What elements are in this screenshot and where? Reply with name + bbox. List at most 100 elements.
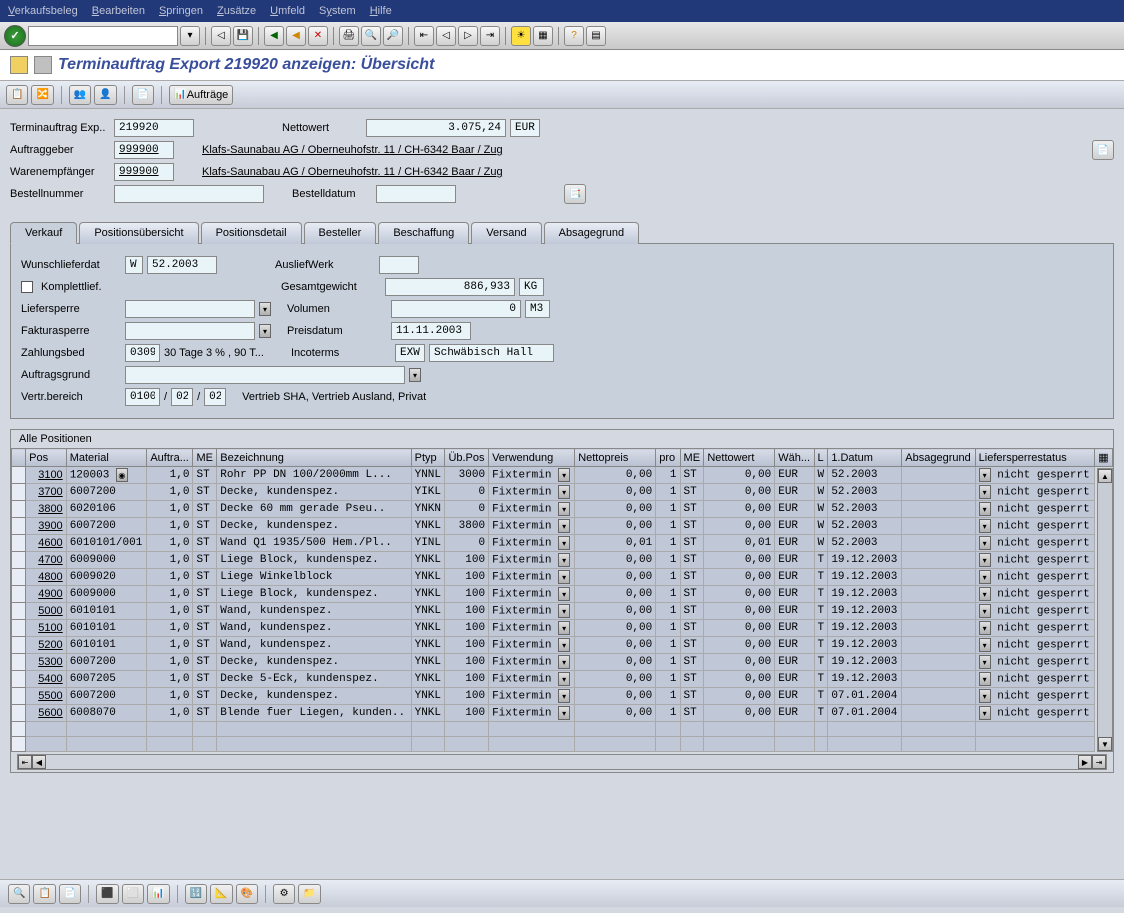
table-row[interactable]: 46006010101/0011,0STWand Q1 1935/500 Hem… — [12, 535, 1113, 552]
back-green-icon[interactable]: ◀ — [264, 26, 284, 46]
footer-btn-2[interactable]: 📋 — [33, 884, 55, 904]
footer-btn-5[interactable]: ⬜ — [122, 884, 144, 904]
scroll-last-icon[interactable]: ⇥ — [1092, 755, 1106, 769]
auftraggeber-link[interactable]: Klafs-Saunabau AG / Oberneuhofstr. 11 / … — [202, 144, 503, 156]
column-header[interactable]: Absagegrund — [902, 449, 975, 467]
auftragsgrund-dropdown-icon[interactable]: ▾ — [409, 368, 421, 382]
incoterms-code[interactable] — [395, 344, 425, 362]
table-row[interactable]: 550060072001,0STDecke, kundenspez.YNKL10… — [12, 688, 1113, 705]
table-row[interactable]: 530060072001,0STDecke, kundenspez.YNKL10… — [12, 654, 1113, 671]
last-page-icon[interactable]: ⇥ — [480, 26, 500, 46]
column-header[interactable]: Nettopreis — [575, 449, 656, 467]
toolbar-btn-4[interactable]: 👤 — [94, 85, 116, 105]
next-page-icon[interactable]: ▷ — [458, 26, 478, 46]
footer-btn-1[interactable]: 🔍 — [8, 884, 30, 904]
vertrbereich-1[interactable] — [125, 388, 160, 406]
scroll-left-icon[interactable]: ◀ — [32, 755, 46, 769]
toolbar-btn-1[interactable]: 📋 — [6, 85, 28, 105]
bestellnummer-input[interactable] — [114, 185, 264, 203]
column-header[interactable]: Liefersperrestatus — [975, 449, 1095, 467]
incoterms-text[interactable] — [429, 344, 554, 362]
wunschlieferdat-input[interactable] — [147, 256, 217, 274]
tab-absagegrund[interactable]: Absagegrund — [544, 222, 639, 244]
column-header[interactable]: Bezeichnung — [217, 449, 411, 467]
tab-besteller[interactable]: Besteller — [304, 222, 377, 244]
dropdown-icon[interactable]: ▾ — [180, 26, 200, 46]
toolbar-btn-5[interactable]: 📄 — [132, 85, 154, 105]
toolbar-btn-2[interactable]: 🔀 — [31, 85, 53, 105]
table-row[interactable]: 380060201061,0STDecke 60 mm gerade Pseu.… — [12, 501, 1113, 518]
help-icon[interactable]: ? — [564, 26, 584, 46]
table-row[interactable]: 520060101011,0STWand, kundenspez.YNKL100… — [12, 637, 1113, 654]
bestellung-detail-icon[interactable]: 📑 — [564, 184, 586, 204]
tab-beschaffung[interactable]: Beschaffung — [378, 222, 469, 244]
menu-system[interactable]: System — [319, 5, 356, 17]
command-field[interactable] — [28, 26, 178, 46]
find-next-icon[interactable]: 🔎 — [383, 26, 403, 46]
table-row[interactable]: 510060101011,0STWand, kundenspez.YNKL100… — [12, 620, 1113, 637]
exit-icon[interactable]: ◀ — [286, 26, 306, 46]
vertrbereich-3[interactable] — [204, 388, 226, 406]
column-header[interactable]: 1.Datum — [828, 449, 902, 467]
enter-button[interactable]: ✓ — [4, 25, 26, 47]
fakturasperre-input[interactable] — [125, 322, 255, 340]
menu-zusaetze[interactable]: Zusätze — [217, 5, 256, 17]
footer-btn-11[interactable]: 📁 — [298, 884, 320, 904]
menu-springen[interactable]: Springen — [159, 5, 203, 17]
column-header[interactable]: Üb.Pos — [445, 449, 489, 467]
footer-btn-4[interactable]: ⬛ — [96, 884, 118, 904]
wunschlieferdat-type[interactable] — [125, 256, 143, 274]
warenempfaenger-input[interactable] — [114, 163, 174, 181]
table-row[interactable]: 480060090201,0STLiege WinkelblockYNKL100… — [12, 569, 1113, 586]
toolbar-btn-3[interactable]: 👥 — [69, 85, 91, 105]
bestelldatum-input[interactable] — [376, 185, 456, 203]
shortcut-icon[interactable]: ▦ — [533, 26, 553, 46]
vertical-scrollbar[interactable]: ▲ ▼ — [1097, 468, 1113, 752]
cancel-icon[interactable]: ✕ — [308, 26, 328, 46]
table-row[interactable]: 390060072001,0STDecke, kundenspez.YNKL38… — [12, 518, 1113, 535]
layout-icon[interactable]: ▤ — [586, 26, 606, 46]
footer-btn-10[interactable]: ⚙ — [273, 884, 295, 904]
footer-btn-6[interactable]: 📊 — [147, 884, 169, 904]
column-header[interactable]: ME — [193, 449, 217, 467]
table-row[interactable]: 490060090001,0STLiege Block, kundenspez.… — [12, 586, 1113, 603]
footer-btn-9[interactable]: 🎨 — [236, 884, 258, 904]
liefersperre-dropdown-icon[interactable]: ▾ — [259, 302, 271, 316]
save-icon[interactable]: 💾 — [233, 26, 253, 46]
column-header[interactable]: Nettowert — [704, 449, 775, 467]
terminauftrag-input[interactable] — [114, 119, 194, 137]
footer-btn-8[interactable]: 📐 — [210, 884, 232, 904]
column-header[interactable]: Wäh... — [775, 449, 814, 467]
scroll-right-icon[interactable]: ▶ — [1078, 755, 1092, 769]
menu-verkaufsbeleg[interactable]: Verkaufsbeleg — [8, 5, 78, 17]
menu-bearbeiten[interactable]: Bearbeiten — [92, 5, 145, 17]
vertrbereich-2[interactable] — [171, 388, 193, 406]
footer-btn-7[interactable]: 🔢 — [185, 884, 207, 904]
column-header[interactable]: pro — [656, 449, 680, 467]
warenempfaenger-link[interactable]: Klafs-Saunabau AG / Oberneuhofstr. 11 / … — [202, 166, 503, 178]
menu-hilfe[interactable]: Hilfe — [370, 5, 392, 17]
column-header[interactable]: L — [814, 449, 828, 467]
print-icon[interactable]: 🖨 — [339, 26, 359, 46]
tab-positionsübersicht[interactable]: Positionsübersicht — [79, 222, 198, 244]
tab-versand[interactable]: Versand — [471, 222, 541, 244]
column-header[interactable]: Material — [66, 449, 147, 467]
auftraggeber-input[interactable] — [114, 141, 174, 159]
liefersperre-input[interactable] — [125, 300, 255, 318]
partner-detail-icon[interactable]: 📄 — [1092, 140, 1114, 160]
scroll-down-icon[interactable]: ▼ — [1098, 737, 1112, 751]
positions-table[interactable]: PosMaterialAuftra...MEBezeichnungPtypÜb.… — [11, 448, 1113, 752]
new-session-icon[interactable]: ☀ — [511, 26, 531, 46]
menu-umfeld[interactable]: Umfeld — [270, 5, 305, 17]
tab-verkauf[interactable]: Verkauf — [10, 222, 77, 244]
komplettlief-checkbox[interactable] — [21, 281, 33, 293]
column-header[interactable]: Ptyp — [411, 449, 445, 467]
prev-page-icon[interactable]: ◁ — [436, 26, 456, 46]
table-row[interactable]: 560060080701,0STBlende fuer Liegen, kund… — [12, 705, 1113, 722]
preisdatum-input[interactable] — [391, 322, 471, 340]
column-header[interactable]: Auftra... — [147, 449, 193, 467]
tab-positionsdetail[interactable]: Positionsdetail — [201, 222, 302, 244]
footer-btn-3[interactable]: 📄 — [59, 884, 81, 904]
horizontal-scrollbar[interactable]: ⇤ ◀ ▶ ⇥ — [17, 754, 1107, 770]
auftraege-button[interactable]: 📊 Aufträge — [169, 85, 233, 105]
